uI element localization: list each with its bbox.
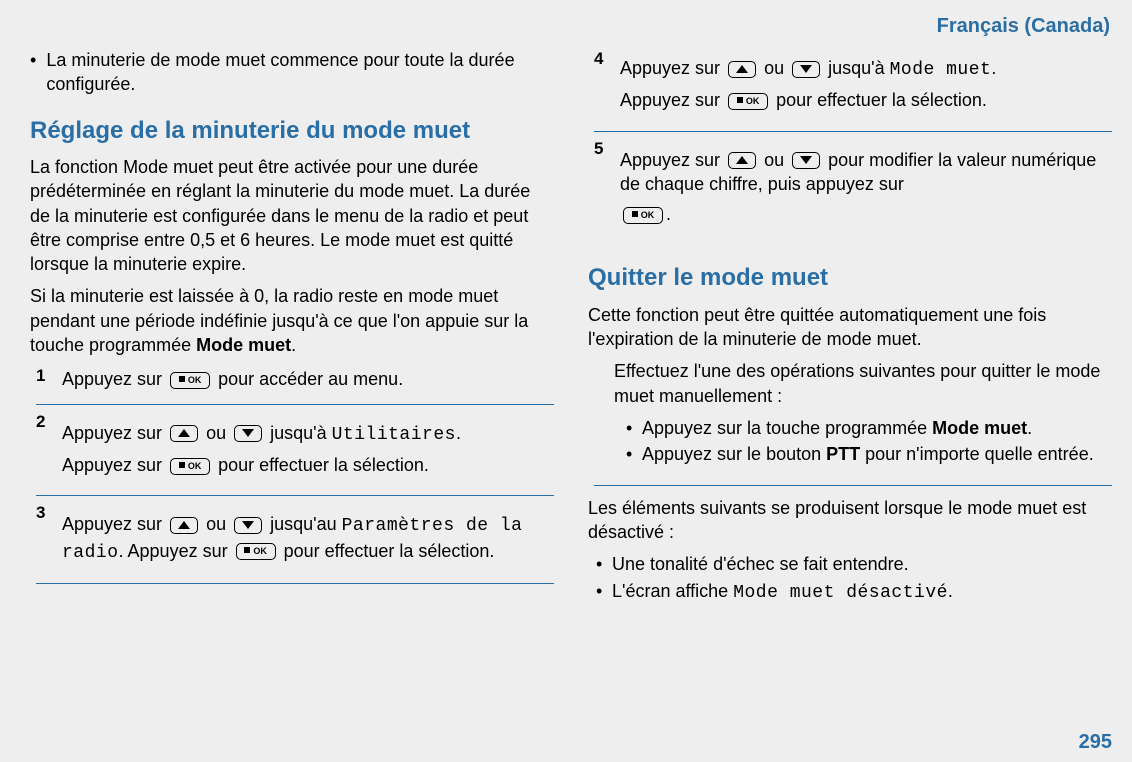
left-column: • La minuterie de mode muet commence pou… (30, 48, 554, 609)
step-3: 3 Appuyez sur ou jusqu'au Paramètres de … (36, 496, 554, 584)
bullet-marker: • (30, 48, 36, 97)
steps-list-right: 4 Appuyez sur ou jusqu'à Mode muet. Appu… (594, 48, 1112, 244)
right-column: 4 Appuyez sur ou jusqu'à Mode muet. Appu… (588, 48, 1112, 609)
text: . (291, 335, 296, 355)
menu-mode-muet: Mode muet (890, 60, 992, 80)
text: pour effectuer la sélection. (218, 455, 429, 475)
text: L'écran affiche (612, 581, 733, 601)
paragraph: Si la minuterie est laissée à 0, la radi… (30, 284, 554, 357)
paragraph: Cette fonction peut être quittée automat… (588, 303, 1112, 352)
top-bullet-text: La minuterie de mode muet commence pour … (46, 48, 554, 97)
list-item: L'écran affiche Mode muet désactivé. (612, 579, 1112, 605)
text: Appuyez sur la touche programmée (642, 418, 932, 438)
text: pour effectuer la sélection. (776, 90, 987, 110)
ok-button-icon: OK (728, 93, 768, 110)
down-arrow-icon (234, 425, 262, 442)
list-item: Une tonalité d'échec se fait entendre. (612, 552, 1112, 576)
text: pour accéder au menu. (218, 369, 403, 389)
up-arrow-icon (728, 61, 756, 78)
up-arrow-icon (728, 152, 756, 169)
screen-message: Mode muet désactivé (733, 583, 948, 603)
text: Appuyez sur (620, 58, 725, 78)
box-bullets: Appuyez sur la touche programmée Mode mu… (618, 416, 1112, 467)
top-bullet: • La minuterie de mode muet commence pou… (30, 48, 554, 97)
mode-muet-label: Mode muet (196, 335, 291, 355)
section-heading-timer: Réglage de la minuterie du mode muet (30, 115, 554, 147)
mode-muet-label: Mode muet (932, 418, 1027, 438)
text: Appuyez sur (62, 514, 167, 534)
steps-list-left: 1 Appuyez sur OK pour accéder au menu. 2… (36, 365, 554, 583)
manual-quit-box: Effectuez l'une des opérations suivantes… (594, 359, 1112, 485)
text: Appuyez sur (62, 455, 167, 475)
box-intro: Effectuez l'une des opérations suivantes… (614, 359, 1112, 408)
text: jusqu'à (828, 58, 889, 78)
text: . (948, 581, 953, 601)
step-number: 5 (594, 138, 603, 161)
step-2: 2 Appuyez sur ou jusqu'à Utilitaires. Ap… (36, 405, 554, 497)
ok-button-icon: OK (236, 543, 276, 560)
text: Appuyez sur (620, 90, 725, 110)
paragraph: Les éléments suivants se produisent lors… (588, 496, 1112, 545)
ptt-label: PTT (826, 444, 860, 464)
text: jusqu'à (270, 423, 331, 443)
text: pour n'importe quelle entrée. (860, 444, 1094, 464)
down-arrow-icon (792, 152, 820, 169)
section-heading-quit: Quitter le mode muet (588, 262, 1112, 294)
text: Appuyez sur (62, 369, 167, 389)
step-number: 1 (36, 365, 45, 388)
down-arrow-icon (792, 61, 820, 78)
text: . Appuyez sur (119, 541, 233, 561)
text: . (456, 423, 461, 443)
text: ou (764, 150, 789, 170)
text: Appuyez sur le bouton (642, 444, 826, 464)
text: Appuyez sur (62, 423, 167, 443)
step-number: 2 (36, 411, 45, 434)
page-header-language: Français (Canada) (30, 15, 1112, 38)
ok-button-icon: OK (170, 458, 210, 475)
text: ou (206, 514, 231, 534)
step-4: 4 Appuyez sur ou jusqu'à Mode muet. Appu… (594, 48, 1112, 132)
text: . (991, 58, 996, 78)
text: ou (206, 423, 231, 443)
menu-utilitaires: Utilitaires (332, 425, 456, 445)
step-number: 3 (36, 502, 45, 525)
text: . (1027, 418, 1032, 438)
step-1: 1 Appuyez sur OK pour accéder au menu. (36, 365, 554, 404)
step-5: 5 Appuyez sur ou pour modifier la valeur… (594, 132, 1112, 245)
up-arrow-icon (170, 517, 198, 534)
step-number: 4 (594, 48, 603, 71)
down-arrow-icon (234, 517, 262, 534)
page-number: 295 (1079, 731, 1112, 754)
two-column-layout: • La minuterie de mode muet commence pou… (30, 48, 1112, 609)
list-item: Appuyez sur la touche programmée Mode mu… (642, 416, 1112, 440)
result-bullets: Une tonalité d'échec se fait entendre. L… (588, 552, 1112, 605)
ok-button-icon: OK (170, 372, 210, 389)
paragraph: La fonction Mode muet peut être activée … (30, 155, 554, 276)
document-page: Français (Canada) • La minuterie de mode… (0, 0, 1132, 762)
text: . (666, 204, 671, 224)
text: Appuyez sur (620, 150, 725, 170)
text: pour effectuer la sélection. (284, 541, 495, 561)
list-item: Appuyez sur le bouton PTT pour n'importe… (642, 442, 1112, 466)
ok-button-icon: OK (623, 207, 663, 224)
text: ou (764, 58, 789, 78)
text: jusqu'au (270, 514, 342, 534)
up-arrow-icon (170, 425, 198, 442)
